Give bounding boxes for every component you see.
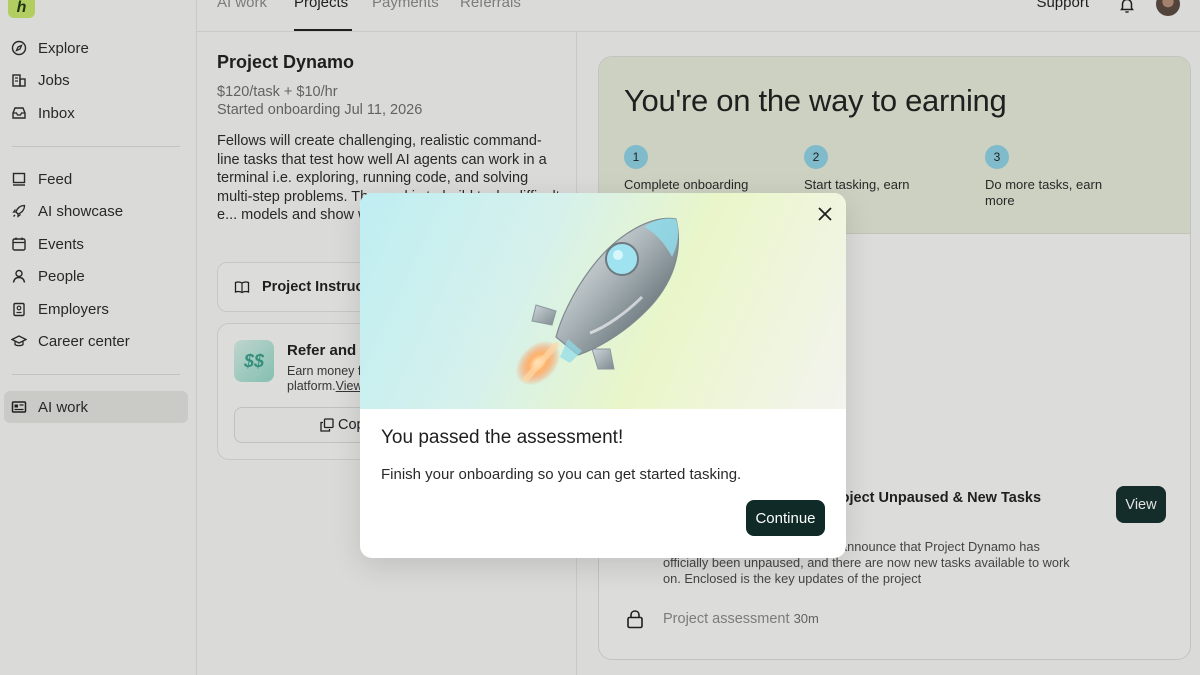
assessment-passed-modal: You passed the assessment! Finish your o… (360, 193, 846, 558)
modal-text: Finish your onboarding so you can get st… (381, 466, 742, 483)
modal-title: You passed the assessment! (381, 427, 624, 448)
rocket-illustration-icon (515, 217, 680, 386)
continue-button[interactable]: Continue (746, 500, 825, 536)
close-icon[interactable] (816, 205, 834, 223)
modal-hero (360, 193, 846, 409)
